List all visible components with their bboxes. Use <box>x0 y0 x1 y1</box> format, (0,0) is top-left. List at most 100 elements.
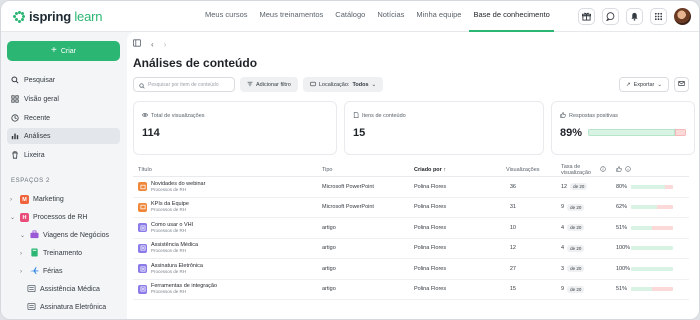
row-rate-total: de 20 <box>567 285 585 293</box>
mail-icon <box>678 80 685 89</box>
views-card-label: Total de visualizações <box>141 112 205 120</box>
views-value: 114 <box>142 127 160 139</box>
tree-item-ferias[interactable]: › Férias <box>20 264 62 279</box>
plus-icon: + <box>50 45 57 56</box>
row-title: Novidades do webinar <box>151 180 206 187</box>
header-view-rate[interactable]: Taxa de visualização <box>561 164 591 176</box>
row-rate-total: de 20 <box>567 244 585 252</box>
chevron-down-icon: ⌄ <box>10 215 16 221</box>
mail-button[interactable] <box>674 77 689 92</box>
space-badge: M <box>20 195 29 204</box>
tree-item-label: Assinatura Eletrônica <box>40 304 107 311</box>
row-rating-positive-fill <box>631 246 673 251</box>
table-row[interactable]: KPIs da Equipe Processos de RH Microsoft… <box>133 198 689 218</box>
tree-item-viagens-de-negocios[interactable]: ⌄ Viagens de Negócios <box>20 228 109 243</box>
nav-item-minha-equipe[interactable]: Minha equipe <box>410 1 467 32</box>
content-table: Título Tipo Criado por ↑ Visualizações T… <box>133 163 689 300</box>
sidebar-item-analises[interactable]: Análises <box>7 128 120 144</box>
row-rating-bar <box>631 266 673 271</box>
sidebar-item-pesquisar[interactable]: Pesquisar <box>7 72 120 88</box>
create-button[interactable]: + Criar <box>7 41 120 61</box>
row-rating-bar <box>631 184 673 189</box>
row-space: Processos de RH <box>151 268 187 274</box>
sidebar-item-visao-geral[interactable]: Visão geral <box>7 91 120 107</box>
bell-icon[interactable] <box>626 8 643 25</box>
gift-icon[interactable] <box>578 8 595 25</box>
tree-item-treinamento[interactable]: › Treinamento <box>20 246 82 261</box>
main-nav: Meus cursos Meus treinamentos Catálogo N… <box>199 1 556 32</box>
negative-ratio-fill <box>675 129 686 136</box>
avatar[interactable] <box>674 8 691 25</box>
sidebar-item-lixeira[interactable]: Lixeira <box>7 147 120 163</box>
location-select[interactable]: Localização: Todos ⌄ <box>302 77 384 92</box>
nav-item-meus-treinamentos[interactable]: Meus treinamentos <box>254 1 330 32</box>
article-icon <box>138 243 147 253</box>
search-icon <box>11 76 19 84</box>
logo-mark-icon <box>13 10 25 23</box>
tree-item-marketing[interactable]: › M Marketing <box>10 192 64 207</box>
row-rating-bar <box>631 205 673 210</box>
filter-icon <box>247 81 253 89</box>
row-rating-negative-fill <box>652 287 673 292</box>
items-value: 15 <box>353 127 366 139</box>
search-box[interactable] <box>133 77 235 92</box>
row-rate-count: 4 <box>561 245 565 252</box>
table-row[interactable]: Ferramentas de integração Processos de R… <box>133 280 689 300</box>
table-row[interactable]: Novidades do webinar Processos de RH Mic… <box>133 177 689 198</box>
back-arrow-icon[interactable]: ‹ <box>151 40 154 49</box>
sidebar-item-label: Lixeira <box>24 151 45 159</box>
nav-item-catalogo[interactable]: Catálogo <box>329 1 371 32</box>
table-header: Título Tipo Criado por ↑ Visualizações T… <box>133 163 689 177</box>
row-rating-percent: 100% <box>616 265 631 272</box>
sort-up-icon: ↑ <box>443 166 447 173</box>
export-button[interactable]: ↗ Exportar ⌄ <box>618 77 669 92</box>
header-created-by-label: Criado por <box>414 166 442 173</box>
row-type: artigo <box>322 265 336 272</box>
location-label: Localização: <box>318 81 350 88</box>
info-icon[interactable] <box>600 165 606 174</box>
table-row[interactable]: Assistência Médica Processos de RH artig… <box>133 239 689 259</box>
row-view-rate: 12 de 20 <box>561 183 588 191</box>
row-created-by: Polina Flores <box>414 286 447 293</box>
row-rating-bar <box>631 287 673 292</box>
row-title-cell: Como usar o VHI Processos de RH <box>138 222 193 234</box>
tree-item-assinatura-eletronica[interactable]: Assinatura Eletrônica <box>27 300 106 315</box>
apps-grid-icon[interactable] <box>650 8 667 25</box>
row-type: Microsoft PowerPoint <box>322 204 374 211</box>
tree-item-processos-de-rh[interactable]: ⌄ H Processos de RH <box>10 210 87 225</box>
row-rate-count: 9 <box>561 286 565 293</box>
header-rating[interactable] <box>616 165 631 174</box>
row-rating-positive-fill <box>631 287 653 292</box>
row-title: Assinatura Eletrônica <box>151 262 203 269</box>
nav-item-base-de-conhecimento[interactable]: Base de conhecimento <box>467 1 555 32</box>
row-type: artigo <box>322 286 336 293</box>
search-input[interactable] <box>148 81 233 88</box>
row-rating-positive-fill <box>631 205 658 210</box>
table-row[interactable]: Assinatura Eletrônica Processos de RH ar… <box>133 259 689 280</box>
positive-value: 89% <box>560 127 583 139</box>
logo[interactable]: ispring learn <box>13 9 102 24</box>
header-type[interactable]: Tipo <box>322 167 333 173</box>
sidebar-item-recente[interactable]: Recente <box>7 110 120 126</box>
nav-item-noticias[interactable]: Notícias <box>371 1 410 32</box>
space-badge: H <box>20 213 29 222</box>
header-title[interactable]: Título <box>138 167 152 173</box>
sidebar-toggle-icon[interactable] <box>133 39 141 49</box>
row-created-by: Polina Flores <box>414 183 447 190</box>
thumbs-up-icon <box>560 112 566 120</box>
tree-item-assistencia-medica[interactable]: Assistência Médica <box>27 282 100 297</box>
row-views: 36 <box>509 183 516 190</box>
add-filter-button[interactable]: Adicionar filtro <box>240 77 298 92</box>
row-rating-bar <box>631 246 673 251</box>
row-view-rate: 4 de 20 <box>561 224 585 232</box>
nav-item-meus-cursos[interactable]: Meus cursos <box>199 1 254 32</box>
row-rating-percent: 51% <box>616 224 628 231</box>
chat-icon[interactable] <box>602 8 619 25</box>
header-created-by[interactable]: Criado por ↑ <box>414 167 446 173</box>
table-row[interactable]: Como usar o VHI Processos de RH artigo P… <box>133 218 689 239</box>
row-created-by: Polina Flores <box>414 224 447 231</box>
chevron-right-icon: › <box>20 268 22 275</box>
row-space: Processos de RH <box>151 227 187 233</box>
forward-arrow-icon[interactable]: › <box>164 40 167 49</box>
header-views[interactable]: Visualizações <box>506 167 540 173</box>
